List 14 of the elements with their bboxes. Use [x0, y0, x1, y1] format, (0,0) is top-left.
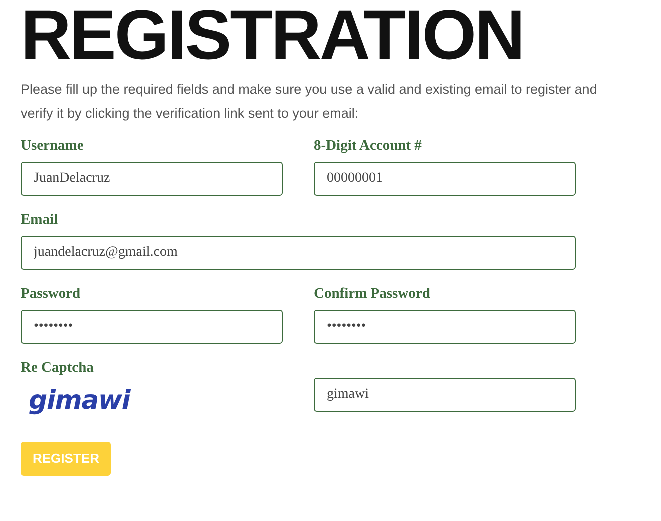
field-label: Email: [21, 211, 58, 230]
input-field[interactable]: 00000001: [314, 162, 576, 196]
field-label: Password: [21, 285, 81, 304]
intro-text: Please fill up the required fields and make sure you use a valid and existing email to register and verify it by clicking the verification link sent to your email:: [21, 81, 598, 123]
page-title: REGISTRATION: [21, 4, 524, 66]
field-label: Confirm Password: [314, 285, 430, 304]
captcha-image: gimawi: [29, 386, 130, 416]
input-field[interactable]: JuanDelacruz: [21, 162, 283, 196]
input-field[interactable]: ••••••••: [314, 310, 576, 344]
field-label: Username: [21, 137, 84, 156]
input-field[interactable]: ••••••••: [21, 310, 283, 344]
captcha-input[interactable]: gimawi: [314, 378, 576, 412]
field-label: 8-Digit Account #: [314, 137, 422, 156]
field-label: Re Captcha: [21, 359, 94, 378]
